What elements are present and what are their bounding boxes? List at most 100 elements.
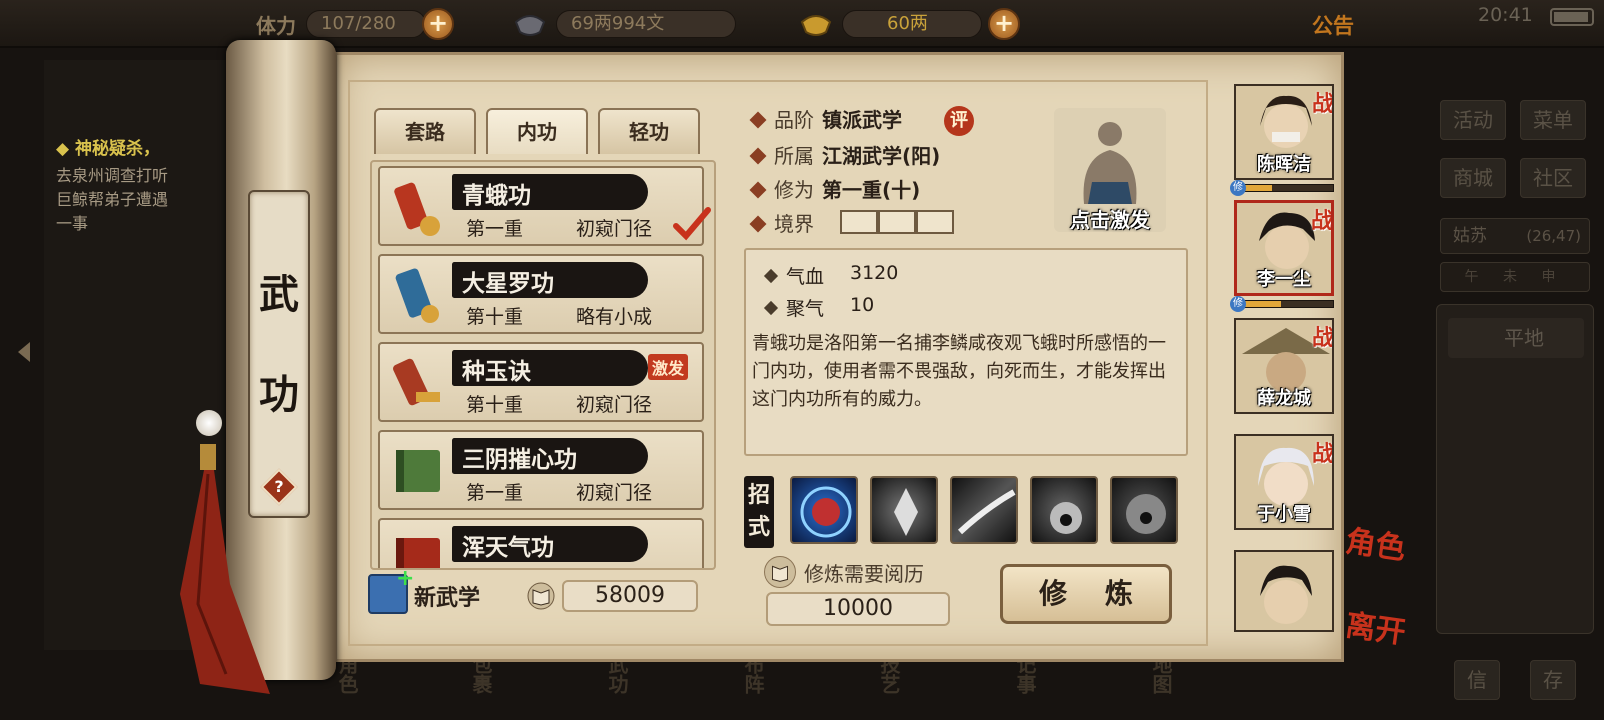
info-belong: 所属 江湖武学(阳) — [749, 140, 940, 169]
skill-name: 三阴摧心功 — [462, 446, 577, 473]
skill-level: 第十重 — [466, 394, 524, 416]
nav-map[interactable]: 地图 — [1149, 654, 1173, 720]
tassel-icon — [180, 444, 270, 694]
skill-level: 第一重 — [466, 482, 524, 504]
tab-inner-power[interactable]: 内功 — [486, 108, 588, 154]
community-button[interactable]: 社区 — [1520, 158, 1586, 198]
party-member[interactable]: 陈晖洁 战 — [1234, 84, 1334, 180]
move-icon[interactable] — [870, 476, 938, 544]
location-bar[interactable]: 姑苏 (26,47) — [1440, 218, 1590, 254]
terrain-label: 平地 — [1448, 318, 1584, 358]
activity-button[interactable]: 活动 — [1440, 100, 1506, 140]
skill-rank: 初窥门径 — [576, 394, 653, 416]
battle-tag: 战 — [1310, 209, 1333, 234]
quest-desc-line: 去泉州调查打听 — [56, 166, 169, 185]
plus-icon: + — [396, 566, 415, 591]
diamond-bullet-icon — [749, 147, 767, 164]
activate-label[interactable]: 点击激发 — [1054, 204, 1166, 233]
skill-item[interactable]: 三阴摧心功 第一重 初窥门径 — [378, 430, 704, 510]
shop-button[interactable]: 商城 — [1440, 158, 1506, 198]
book-icon — [764, 556, 796, 588]
diamond-bullet-icon — [763, 300, 779, 315]
move-icon[interactable] — [950, 476, 1018, 544]
evaluate-button[interactable]: 评 — [944, 106, 974, 136]
skill-name: 种玉诀 — [462, 358, 531, 385]
realm-slot — [916, 210, 954, 234]
tab-lightness[interactable]: 轻功 — [598, 108, 700, 154]
red-scroll-icon — [394, 182, 440, 236]
move-icon[interactable] — [1110, 476, 1178, 544]
diamond-bullet-icon — [749, 215, 767, 232]
burst-move-icon — [1050, 502, 1082, 534]
member-name: 陈晖洁 — [1257, 154, 1311, 175]
party-member-selected[interactable]: 李一尘 战 — [1234, 200, 1334, 296]
quest-title[interactable]: ◆ 神秘疑杀， — [56, 134, 160, 159]
nav-formation[interactable]: 布阵 — [741, 654, 765, 720]
member-xp-bar — [1238, 300, 1334, 308]
skill-rank: 略有小成 — [576, 306, 653, 328]
skill-item[interactable]: 浑天气功 — [378, 518, 704, 568]
member-name: 薛龙城 — [1257, 388, 1311, 409]
realm-slot — [878, 210, 916, 234]
skill-name: 青蛾功 — [462, 182, 531, 209]
new-skill-button[interactable]: 新武学 — [414, 580, 480, 612]
battle-tag: 战 — [1311, 442, 1334, 467]
experience-value: 58009 — [562, 580, 698, 612]
move-icon[interactable] — [790, 476, 858, 544]
nav-martial-arts[interactable]: 武功 — [605, 654, 629, 720]
skill-item[interactable]: 种玉诀 激发 第十重 初窥门径 — [378, 342, 704, 422]
collapse-arrow-icon[interactable] — [18, 342, 30, 362]
info-value: 第一重(十) — [822, 178, 921, 202]
stat-hp: 气血 3120 — [763, 262, 898, 289]
skill-name: 浑天气功 — [462, 534, 554, 561]
member-name: 于小雪 — [1257, 504, 1311, 525]
add-gold-button[interactable]: + — [988, 8, 1020, 40]
tab-routines[interactable]: 套路 — [374, 108, 476, 154]
vortex-move-icon — [800, 486, 852, 538]
scroll-title-char: 武 — [259, 271, 299, 318]
skill-list[interactable]: 青蛾功 第一重 初窥门径 大星罗功 第十重 略有小成 种玉诀 激发 第十重 初窥… — [370, 160, 716, 570]
crystal-move-icon — [894, 488, 918, 536]
stat-qi: 聚气 10 — [763, 294, 874, 321]
slash-move-icon — [957, 489, 1016, 535]
blue-scroll-icon — [395, 268, 439, 323]
info-button[interactable]: 信 — [1454, 660, 1500, 700]
skill-item[interactable]: 青蛾功 第一重 初窥门径 — [378, 166, 711, 246]
quest-desc-line: 巨鲸帮弟子遭遇 — [56, 190, 169, 209]
train-cost: 10000 — [766, 592, 950, 626]
train-button[interactable]: 修 炼 — [1000, 564, 1172, 624]
stat-key: 聚气 — [786, 298, 825, 320]
info-grade: 品阶 镇派武学 — [749, 104, 902, 133]
checkmark-icon — [673, 207, 711, 241]
character-portrait — [1260, 565, 1312, 624]
nav-character[interactable]: 角色 — [335, 654, 359, 720]
save-button[interactable]: 存 — [1530, 660, 1576, 700]
party-member[interactable] — [1234, 550, 1334, 632]
member-name: 李一尘 — [1257, 269, 1311, 290]
nav-skills[interactable]: 技艺 — [877, 654, 901, 720]
silver-value: 69两994文 — [556, 10, 736, 38]
stat-value: 10 — [850, 294, 875, 316]
add-stamina-button[interactable]: + — [422, 8, 454, 40]
party-member[interactable]: 于小雪 战 — [1234, 434, 1334, 530]
realm-slot — [840, 210, 878, 234]
party-member[interactable]: 薛龙城 战 — [1234, 318, 1334, 414]
moves-label: 招式 — [744, 476, 774, 548]
info-key: 所属 — [774, 144, 814, 168]
time-of-day: 午 未 申 — [1440, 262, 1590, 292]
nav-inventory[interactable]: 包裹 — [469, 654, 493, 720]
cultivate-tag: 修 — [1230, 180, 1246, 196]
battle-tag: 战 — [1311, 326, 1334, 351]
quest-description: 去泉州调查打听 巨鲸帮弟子遭遇 一事 — [56, 164, 236, 236]
menu-button[interactable]: 菜单 — [1520, 100, 1586, 140]
skill-item[interactable]: 大星罗功 第十重 略有小成 — [378, 254, 704, 334]
role-tab[interactable]: 角色 — [1343, 516, 1409, 568]
info-value: 江湖武学(阳) — [822, 144, 941, 168]
skill-rank: 初窥门径 — [576, 482, 653, 504]
leave-button[interactable]: 离开 — [1343, 600, 1409, 652]
battery-level — [1554, 12, 1588, 22]
nav-journal[interactable]: 记事 — [1013, 654, 1037, 720]
move-icon[interactable] — [1030, 476, 1098, 544]
announcement-button[interactable]: 公告 — [1312, 10, 1354, 40]
info-cultivation: 修为 第一重(十) — [749, 174, 920, 203]
